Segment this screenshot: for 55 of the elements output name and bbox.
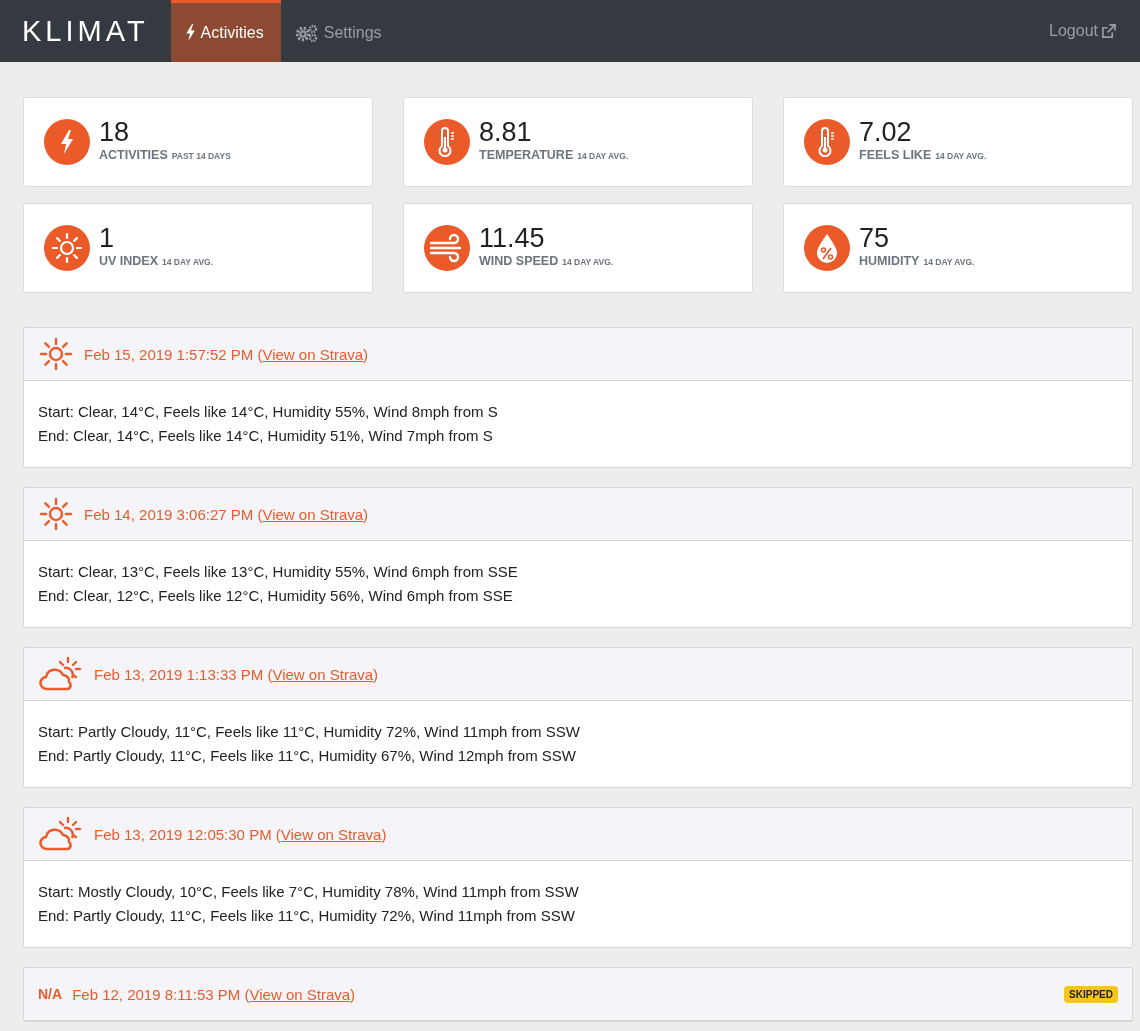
cloud-sun-icon [38,656,84,692]
lightning-icon [44,119,90,165]
weather-summary: Start: Mostly Cloudy, 10°C, Feels like 7°C, Humidity 78%, Wind 11mph from SSW [38,882,580,902]
activity-heading: Feb 13, 2019 12:05:30 PM (View on Strava) [94,825,387,843]
activity-heading: Feb 14, 2019 3:06:27 PM (View on Strava) [84,505,369,523]
nav-tab[interactable]: Settings [280,0,399,62]
stat-value: 11.45 [479,222,546,254]
lightning-icon [184,24,196,41]
stat-period: 14 DAY AVG. [577,151,629,161]
weather-summary: Start: Clear, 13°C, Feels like 13°C, Humidity 55%, Wind 6mph from SSE [38,562,519,582]
stat-value: 1 [99,222,116,254]
stat-value: 8.81 [479,116,533,148]
stat-value: 18 [99,116,131,148]
weather-summary: Start: Partly Cloudy, 11°C, Feels like 11°C, Humidity 72%, Wind 11mph from SSW [38,722,581,742]
sun-icon [38,336,74,372]
logo[interactable]: KLIMAT [22,0,149,62]
strava-link[interactable]: View on Strava [272,665,374,683]
stat-value: 75 [859,222,891,254]
stat-label: WIND SPEED [479,254,559,268]
stat-period: 14 DAY AVG. [162,257,214,267]
stat-label: ACTIVITIES [99,148,168,162]
strava-link[interactable]: View on Strava [262,505,364,523]
droplet-percent-icon [804,225,850,271]
strava-link[interactable]: View on Strava [249,985,351,1003]
strava-link[interactable]: View on Strava [262,345,364,363]
stat-label: UV INDEX [99,254,159,268]
weather-summary: End: Clear, 14°C, Feels like 14°C, Humidity 51%, Wind 7mph from S [38,426,494,446]
gears-icon [294,23,319,42]
stat-label: TEMPERATURE [479,148,574,162]
external-link-icon [1101,23,1116,39]
stat-label: FEELS LIKE [859,148,932,162]
stat-period: 14 DAY AVG. [562,257,614,267]
unavailable-label: N/A [38,986,63,1002]
stat-label: HUMIDITY [859,254,920,268]
weather-summary: Start: Clear, 14°C, Feels like 14°C, Humidity 55%, Wind 8mph from S [38,402,499,422]
cloud-sun-icon [38,816,84,852]
stat-value: 7.02 [859,116,913,148]
stat-period: PAST 14 DAYS [171,151,231,161]
thermometer-icon [804,119,850,165]
status-badge: SKIPPED [1064,985,1118,1003]
sun-icon [38,496,74,532]
activity-heading: Feb 13, 2019 1:13:33 PM (View on Strava) [94,665,379,683]
activity-heading: Feb 15, 2019 1:57:52 PM (View on Strava) [84,345,369,363]
weather-summary: End: Clear, 12°C, Feels like 12°C, Humidity 56%, Wind 6mph from SSE [38,586,514,606]
weather-summary: End: Partly Cloudy, 11°C, Feels like 11°C, Humidity 67%, Wind 12mph from SSW [38,746,578,766]
weather-summary: End: Partly Cloudy, 11°C, Feels like 11°C, Humidity 72%, Wind 11mph from SSW [38,906,576,926]
stat-period: 14 DAY AVG. [935,151,987,161]
activity-heading: Feb 12, 2019 8:11:53 PM (View on Strava) [72,985,356,1003]
nav-tab[interactable]: Activities [170,0,281,62]
thermometer-icon [424,119,470,165]
strava-link[interactable]: View on Strava [280,825,382,843]
logout-link[interactable]: Logout [1049,0,1116,62]
sun-icon [44,225,90,271]
wind-icon [424,225,470,271]
stat-period: 14 DAY AVG. [923,257,975,267]
